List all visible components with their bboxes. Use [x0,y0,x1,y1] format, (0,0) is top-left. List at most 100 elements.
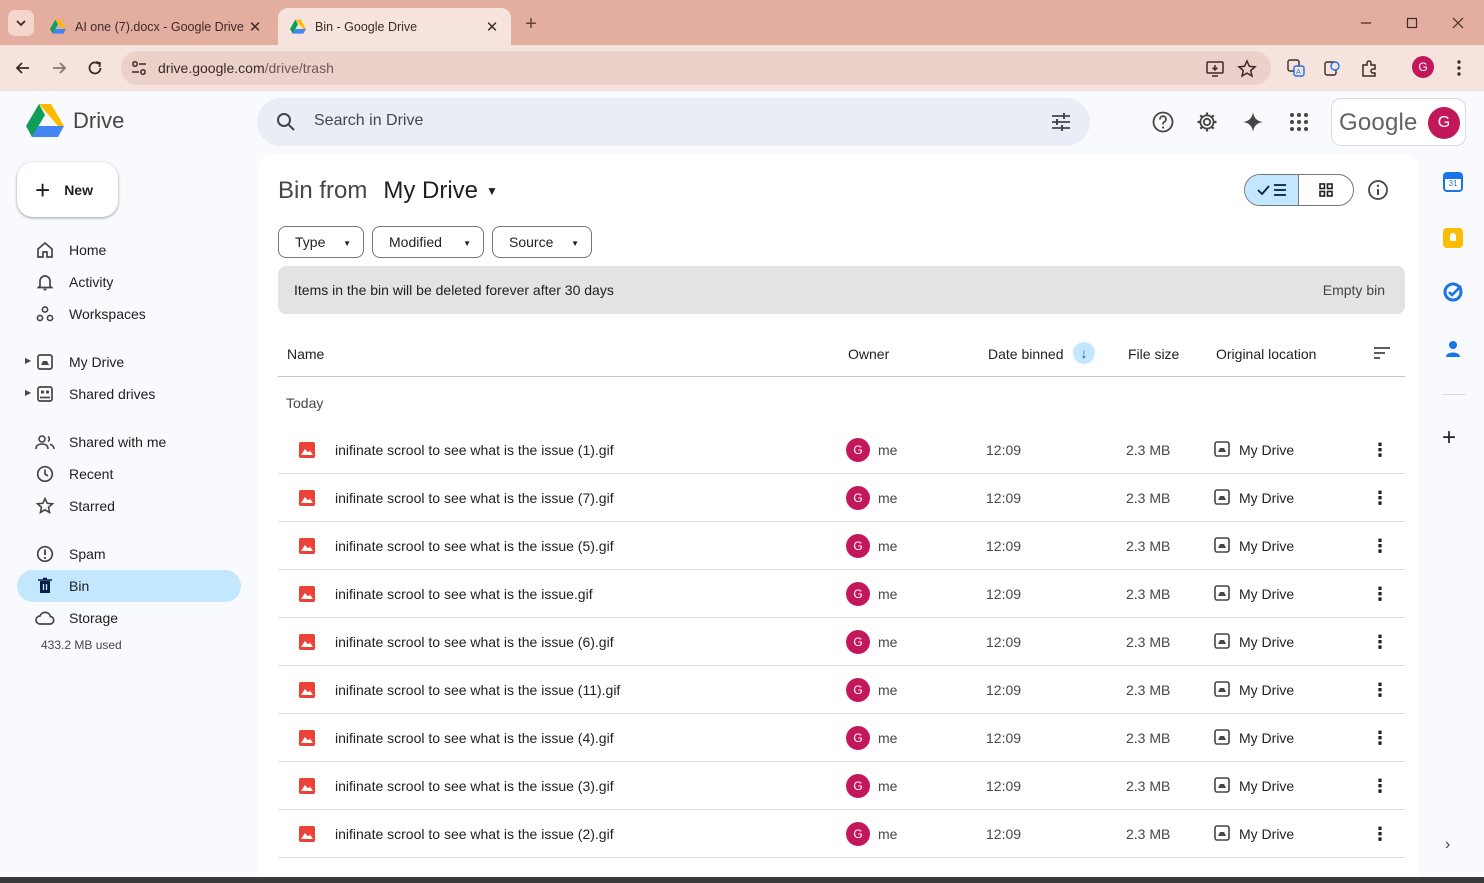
search-input[interactable]: Search in Drive [314,112,423,130]
location-dropdown[interactable]: My Drive [383,177,478,205]
more-actions-icon[interactable]: ⋮ [1368,438,1392,462]
empty-bin-button[interactable]: Empty bin [1323,282,1385,298]
keep-icon[interactable] [1443,228,1463,248]
more-actions-icon[interactable]: ⋮ [1368,582,1392,606]
more-actions-icon[interactable]: ⋮ [1368,534,1392,558]
drive-logo[interactable]: Drive [26,104,124,138]
column-header-name[interactable]: Name [287,346,324,362]
more-actions-icon[interactable]: ⋮ [1368,726,1392,750]
column-header-file-size[interactable]: File size [1128,346,1179,362]
reload-icon[interactable] [81,54,109,82]
sidebar-item-home[interactable]: Home [17,234,241,266]
column-header-original-location[interactable]: Original location [1216,346,1316,362]
url-text[interactable]: drive.google.com/drive/trash [158,60,334,76]
column-header-date-binned[interactable]: Date binned [988,346,1064,362]
install-app-icon[interactable] [1205,59,1225,79]
expand-caret-icon[interactable]: ▶ [25,388,31,397]
sort-options-icon[interactable] [1372,343,1392,363]
back-icon[interactable] [9,54,37,82]
browser-tab-inactive[interactable]: AI one (7).docx - Google Drive ✕ [38,8,274,45]
sidebar-item-activity[interactable]: Activity [17,266,241,298]
browser-profile-avatar[interactable]: G [1412,56,1434,78]
help-icon[interactable] [1151,110,1175,134]
file-name[interactable]: inifinate scrool to see what is the issu… [335,442,614,458]
sidebar-item-shared-drives[interactable]: ▶ Shared drives [17,378,241,410]
forward-icon[interactable] [45,54,73,82]
settings-gear-icon[interactable] [1195,110,1219,134]
gemini-sparkle-icon[interactable] [1241,110,1265,134]
more-actions-icon[interactable]: ⋮ [1368,486,1392,510]
maximize-icon[interactable] [1397,10,1427,36]
calendar-icon[interactable]: 31 [1443,172,1463,192]
more-actions-icon[interactable]: ⋮ [1368,630,1392,654]
file-name[interactable]: inifinate scrool to see what is the issu… [335,586,593,602]
new-button[interactable]: + New [17,162,118,217]
original-location-link[interactable]: My Drive [1239,538,1294,554]
table-row[interactable]: inifinate scrool to see what is the issu… [278,522,1405,570]
close-tab-icon[interactable]: ✕ [246,18,264,36]
table-row[interactable]: inifinate scrool to see what is the issu… [278,570,1405,618]
sidebar-item-storage[interactable]: Storage [17,602,241,634]
extensions-puzzle-icon[interactable] [1358,57,1380,79]
contacts-icon[interactable] [1443,339,1463,359]
sidebar-item-workspaces[interactable]: Workspaces [17,298,241,330]
table-row[interactable]: inifinate scrool to see what is the issu… [278,618,1405,666]
file-name[interactable]: inifinate scrool to see what is the issu… [335,682,620,698]
original-location-link[interactable]: My Drive [1239,826,1294,842]
column-header-owner[interactable]: Owner [848,346,889,362]
get-add-ons-plus-icon[interactable]: + [1442,424,1456,452]
file-name[interactable]: inifinate scrool to see what is the issu… [335,490,614,506]
tab-search-button[interactable] [8,10,34,36]
table-row[interactable]: inifinate scrool to see what is the issu… [278,762,1405,810]
filter-chip-modified[interactable]: Modified ▼ [372,226,484,258]
close-window-icon[interactable] [1443,10,1473,36]
file-name[interactable]: inifinate scrool to see what is the issu… [335,634,614,650]
table-row[interactable]: inifinate scrool to see what is the issu… [278,426,1405,474]
tasks-icon[interactable] [1443,282,1463,302]
sidebar-item-recent[interactable]: Recent [17,458,241,490]
browser-menu-icon[interactable] [1448,57,1470,79]
new-tab-button[interactable]: + [519,12,543,36]
sidebar-item-spam[interactable]: Spam [17,538,241,570]
google-apps-icon[interactable] [1287,110,1311,134]
search-options-icon[interactable] [1050,111,1072,133]
filter-chip-type[interactable]: Type ▼ [278,226,364,258]
hide-side-panel-chevron-icon[interactable]: › [1445,836,1450,854]
original-location-link[interactable]: My Drive [1239,634,1294,650]
table-row[interactable]: inifinate scrool to see what is the issu… [278,666,1405,714]
original-location-link[interactable]: My Drive [1239,490,1294,506]
table-row[interactable]: inifinate scrool to see what is the issu… [278,474,1405,522]
google-account-button[interactable]: Google G [1331,98,1466,146]
browser-tab-active[interactable]: Bin - Google Drive ✕ [278,8,511,45]
more-actions-icon[interactable]: ⋮ [1368,774,1392,798]
sidebar-item-starred[interactable]: Starred [17,490,241,522]
reader-extension-icon[interactable] [1321,57,1343,79]
file-name[interactable]: inifinate scrool to see what is the issu… [335,538,614,554]
site-settings-icon[interactable] [130,59,148,77]
original-location-link[interactable]: My Drive [1239,586,1294,602]
more-actions-icon[interactable]: ⋮ [1368,678,1392,702]
grid-view-button[interactable] [1299,175,1353,205]
sidebar-item-bin[interactable]: Bin [17,570,241,602]
address-bar[interactable]: drive.google.com/drive/trash [121,51,1271,85]
original-location-link[interactable]: My Drive [1239,778,1294,794]
sort-arrow-down-icon[interactable]: ↓ [1073,342,1095,364]
table-row[interactable]: inifinate scrool to see what is the issu… [278,810,1405,858]
file-name[interactable]: inifinate scrool to see what is the issu… [335,778,614,794]
more-actions-icon[interactable]: ⋮ [1368,822,1392,846]
sidebar-item-my-drive[interactable]: ▶ My Drive [17,346,241,378]
file-name[interactable]: inifinate scrool to see what is the issu… [335,826,614,842]
translate-extension-icon[interactable]: A [1285,57,1307,79]
expand-caret-icon[interactable]: ▶ [25,356,31,365]
sidebar-item-shared-with-me[interactable]: Shared with me [17,426,241,458]
dropdown-arrow-icon[interactable]: ▼ [486,184,498,198]
filter-chip-source[interactable]: Source ▼ [492,226,592,258]
bookmark-star-icon[interactable] [1237,59,1257,79]
original-location-link[interactable]: My Drive [1239,682,1294,698]
table-row[interactable]: inifinate scrool to see what is the issu… [278,714,1405,762]
minimize-icon[interactable] [1351,10,1381,36]
file-name[interactable]: inifinate scrool to see what is the issu… [335,730,614,746]
info-icon[interactable] [1367,179,1389,201]
close-tab-icon[interactable]: ✕ [483,18,501,36]
search-bar[interactable]: Search in Drive [257,98,1090,146]
